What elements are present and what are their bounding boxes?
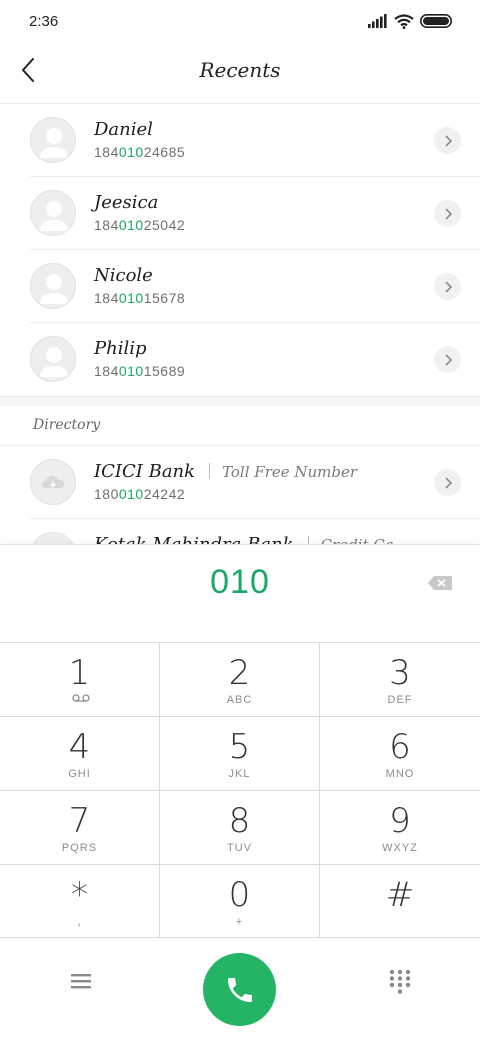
wifi-icon bbox=[394, 13, 414, 29]
key-digit: 8 bbox=[228, 801, 251, 841]
key-digit: 2 bbox=[228, 653, 251, 693]
chevron-right-icon bbox=[444, 134, 452, 147]
phone-icon bbox=[227, 977, 252, 1002]
directory-header: Directory bbox=[0, 406, 480, 446]
key-6[interactable]: 6 MNO bbox=[320, 717, 480, 791]
directory-row[interactable]: ICICI Bank Toll Free Number 18001024242 bbox=[0, 446, 480, 519]
details-button[interactable] bbox=[434, 200, 461, 227]
key-letters: WXYZ bbox=[382, 842, 418, 854]
key-5[interactable]: 5 JKL bbox=[160, 717, 320, 791]
contact-name: Jeesica bbox=[94, 192, 159, 213]
contact-number: 18401025042 bbox=[94, 217, 186, 233]
avatar bbox=[30, 459, 76, 505]
key-9[interactable]: 9 WXYZ bbox=[320, 791, 480, 865]
contact-number: 18401015678 bbox=[94, 290, 186, 306]
key-letters: GHI bbox=[68, 768, 91, 780]
key-2[interactable]: 2 ABC bbox=[160, 643, 320, 717]
directory-tag: Toll Free Number bbox=[222, 463, 358, 481]
avatar bbox=[30, 336, 76, 382]
key-digit: 0 bbox=[228, 875, 251, 915]
key-digit: # bbox=[385, 875, 415, 915]
avatar bbox=[30, 190, 76, 236]
contact-name: Daniel bbox=[94, 119, 153, 140]
signal-icon bbox=[368, 14, 387, 28]
key-1[interactable]: 1 bbox=[0, 643, 160, 717]
key-3[interactable]: 3 DEF bbox=[320, 643, 480, 717]
key-letters: DEF bbox=[387, 694, 413, 706]
backspace-button[interactable] bbox=[426, 573, 454, 593]
contact-row[interactable]: Jeesica 18401025042 bbox=[0, 177, 480, 250]
key-digit: 3 bbox=[389, 653, 411, 693]
avatar-icon bbox=[40, 128, 68, 158]
key-star[interactable]: * , bbox=[0, 865, 160, 938]
dialer-actions bbox=[0, 938, 480, 1040]
contact-row[interactable]: Daniel 18401024685 bbox=[0, 104, 480, 177]
contact-name: Philip bbox=[94, 338, 147, 359]
backspace-icon bbox=[428, 576, 452, 590]
key-digit: 6 bbox=[389, 727, 411, 767]
key-digit: 4 bbox=[68, 727, 91, 767]
dialer-panel: 010 1 2 ABC 3 DEF 4 GHI 5 JKL 6 MNO 7 PQ… bbox=[0, 544, 480, 1040]
keypad-icon[interactable] bbox=[388, 968, 412, 994]
key-digit: 5 bbox=[228, 727, 251, 767]
contact-number: 18401015689 bbox=[94, 363, 186, 379]
status-bar: 2:36 bbox=[0, 0, 480, 42]
avatar-icon bbox=[40, 274, 68, 304]
avatar-icon bbox=[40, 347, 68, 377]
key-digit: 1 bbox=[68, 653, 91, 693]
chevron-right-icon bbox=[444, 353, 452, 366]
chevron-right-icon bbox=[444, 476, 452, 489]
details-button[interactable] bbox=[434, 346, 461, 373]
recents-list: Daniel 18401024685 Jeesica 18401025042 N… bbox=[0, 104, 480, 592]
key-letters: MNO bbox=[385, 768, 415, 780]
call-button[interactable] bbox=[203, 953, 276, 1026]
key-digit: * bbox=[71, 875, 88, 915]
key-digit: 9 bbox=[389, 801, 411, 841]
menu-button[interactable] bbox=[68, 968, 94, 994]
directory-entry-name: ICICI Bank bbox=[94, 461, 196, 482]
tag-divider bbox=[209, 463, 211, 479]
dial-display: 010 bbox=[0, 545, 480, 643]
details-button[interactable] bbox=[434, 469, 461, 496]
dialed-number: 010 bbox=[210, 563, 270, 601]
key-letters: TUV bbox=[227, 842, 252, 854]
key-4[interactable]: 4 GHI bbox=[0, 717, 160, 791]
status-time: 2:36 bbox=[29, 13, 59, 30]
page-title: Recents bbox=[199, 58, 281, 82]
header: Recents bbox=[0, 42, 480, 104]
battery-icon bbox=[420, 14, 452, 28]
key-0[interactable]: 0 + bbox=[160, 865, 320, 938]
chevron-right-icon bbox=[444, 207, 452, 220]
directory-label: Directory bbox=[33, 417, 101, 433]
avatar bbox=[30, 117, 76, 163]
avatar-icon bbox=[40, 201, 68, 231]
details-button[interactable] bbox=[434, 273, 461, 300]
directory-name: ICICI Bank Toll Free Number bbox=[94, 461, 357, 482]
contact-row[interactable]: Nicole 18401015678 bbox=[0, 250, 480, 323]
voicemail-icon bbox=[72, 694, 90, 702]
contact-name: Nicole bbox=[94, 265, 153, 286]
key-letters: PQRS bbox=[61, 842, 98, 854]
avatar bbox=[30, 263, 76, 309]
menu-icon bbox=[71, 974, 91, 989]
key-8[interactable]: 8 TUV bbox=[160, 791, 320, 865]
key-7[interactable]: 7 PQRS bbox=[0, 791, 160, 865]
contact-row[interactable]: Philip 18401015689 bbox=[0, 323, 480, 396]
key-letters: JKL bbox=[228, 768, 251, 780]
cloud-icon bbox=[42, 476, 64, 488]
chevron-right-icon bbox=[444, 280, 452, 293]
key-hash[interactable]: # bbox=[320, 865, 480, 938]
contact-number: 18401024685 bbox=[94, 144, 186, 160]
key-letters: + bbox=[235, 916, 244, 928]
directory-number: 18001024242 bbox=[94, 486, 186, 502]
key-letters: , bbox=[77, 916, 82, 928]
keypad: 1 2 ABC 3 DEF 4 GHI 5 JKL 6 MNO 7 PQRS 8… bbox=[0, 643, 480, 938]
section-divider bbox=[0, 396, 480, 406]
status-icons bbox=[368, 13, 452, 29]
key-letters: ABC bbox=[226, 694, 253, 706]
details-button[interactable] bbox=[434, 127, 461, 154]
key-digit: 7 bbox=[68, 801, 91, 841]
